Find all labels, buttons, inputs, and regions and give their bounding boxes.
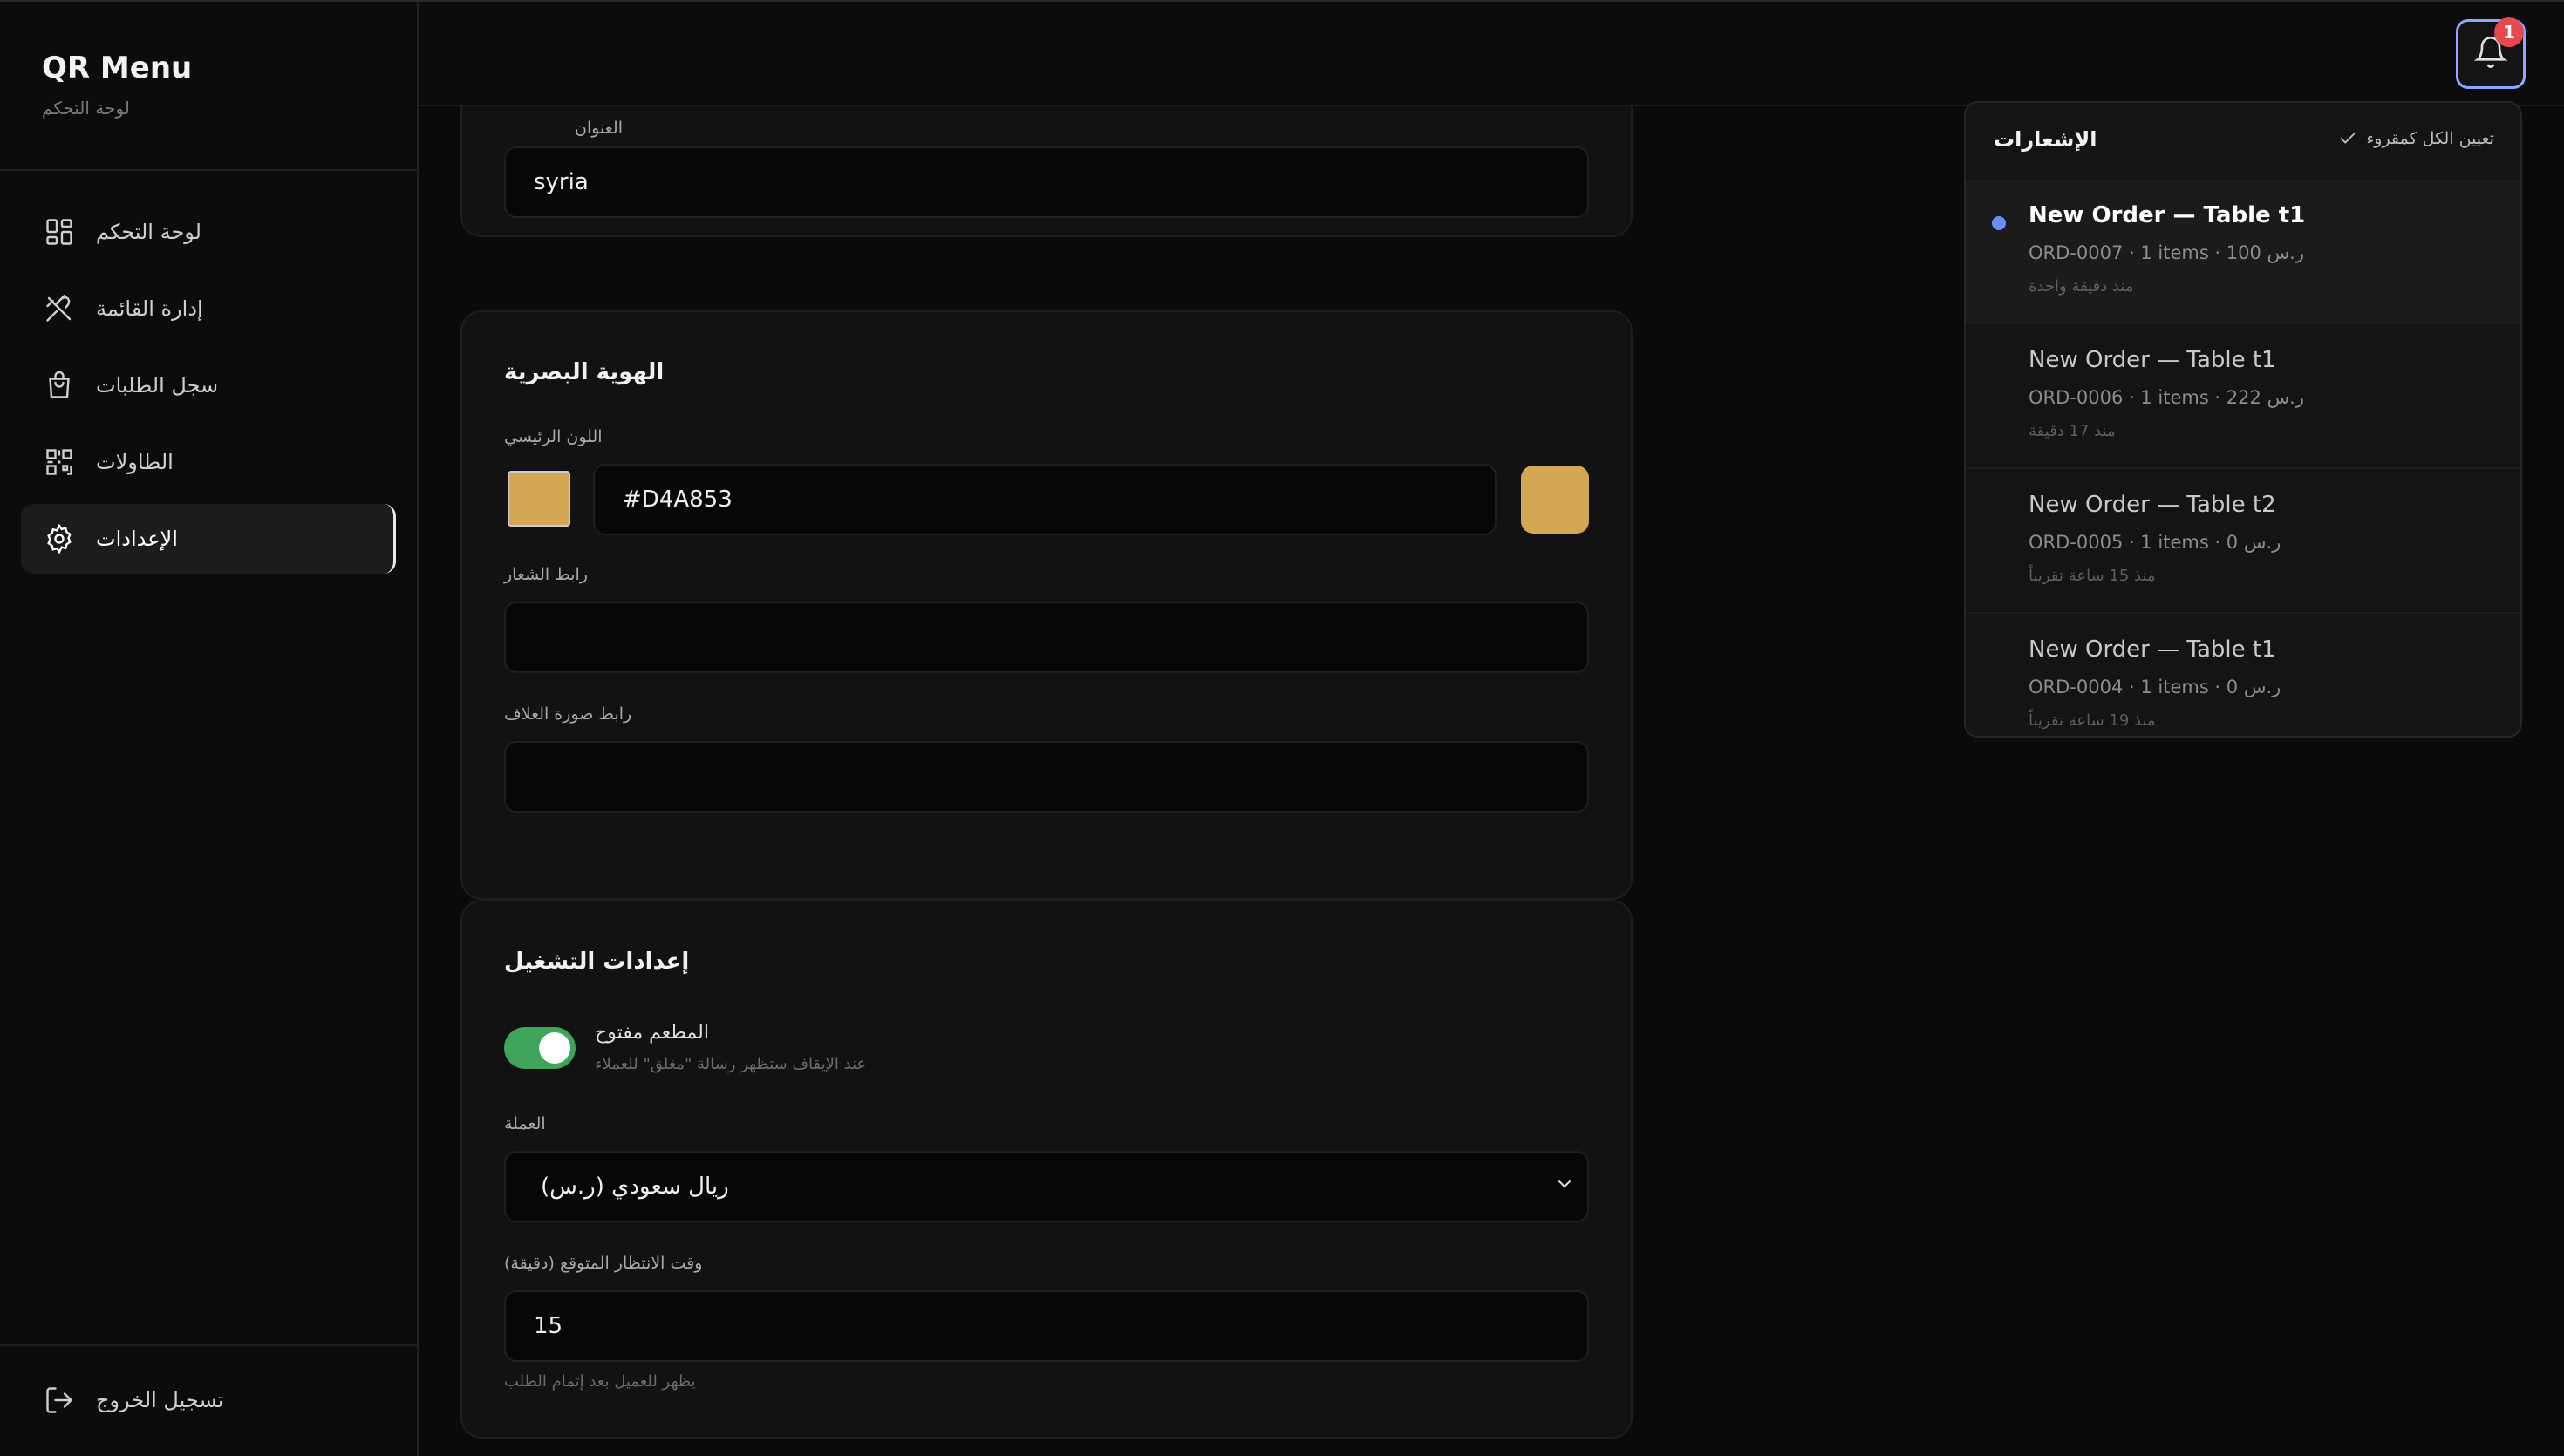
primary-color-input[interactable]: #D4A853: [593, 464, 1497, 535]
notifications-title: الإشعارات: [1994, 127, 2097, 152]
restaurant-open-toggle[interactable]: [504, 1027, 576, 1069]
utensils-crossed-icon: [42, 291, 77, 326]
check-icon: [2338, 129, 2357, 148]
notification-item[interactable]: New Order — Table t1 ORD-0006 · 1 items …: [1966, 324, 2520, 469]
wait-time-label: وقت الانتظار المتوقع (دقيقة): [504, 1254, 703, 1273]
cover-url-label: رابط صورة الغلاف: [504, 704, 632, 724]
branding-title: الهوية البصرية: [504, 359, 665, 385]
notification-meta: ORD-0007 · 1 items · 100 ر.س: [2029, 242, 2304, 263]
notification-meta: ORD-0004 · 1 items · 0 ر.س: [2029, 677, 2281, 697]
logo-url-input[interactable]: [504, 602, 1589, 673]
sidebar-item-settings[interactable]: الإعدادات: [21, 504, 396, 574]
top-header: [419, 2, 2564, 106]
operation-card: إعدادات التشغيل المطعم مفتوح عند الإيقاف…: [460, 900, 1633, 1439]
sidebar-item-menu-management[interactable]: إدارة القائمة: [21, 274, 396, 344]
currency-value: ريال سعودي (ر.س): [541, 1174, 729, 1200]
sidebar-item-label: إدارة القائمة: [96, 296, 203, 321]
currency-label: العملة: [504, 1114, 546, 1133]
sidebar-item-label: سجل الطلبات: [96, 373, 219, 398]
restaurant-open-help: عند الإيقاف ستظهر رسالة "مغلق" للعملاء: [595, 1055, 867, 1073]
cover-url-input[interactable]: [504, 741, 1589, 813]
sidebar-divider: [0, 1344, 417, 1346]
logout-button[interactable]: تسجيل الخروج: [42, 1383, 223, 1418]
logo-url-label: رابط الشعار: [504, 565, 588, 584]
notification-time: منذ 19 ساعة تقريباً: [2029, 711, 2156, 730]
wait-time-help: يظهر للعميل بعد إتمام الطلب: [504, 1372, 696, 1391]
sidebar-nav: لوحة التحكم إدارة القائمة سجل الطلبات ال…: [21, 197, 396, 581]
notification-count-badge: 1: [2494, 17, 2524, 47]
mark-all-read-label: تعيين الكل كمقروء: [2366, 129, 2494, 148]
notification-title: New Order — Table t1: [2029, 347, 2276, 373]
shopping-bag-icon: [42, 368, 77, 403]
logout-icon: [42, 1383, 77, 1418]
notification-item[interactable]: New Order — Table t2 ORD-0005 · 1 items …: [1966, 469, 2520, 614]
operation-title: إعدادات التشغيل: [504, 949, 690, 975]
chevron-down-icon: [1554, 1174, 1575, 1201]
sidebar-item-label: الإعدادات: [96, 527, 178, 551]
brand-title: QR Menu: [42, 51, 193, 85]
sidebar-item-label: الطاولات: [96, 450, 174, 474]
toggle-knob: [539, 1032, 570, 1064]
sidebar: QR Menu لوحة التحكم لوحة التحكم إدارة ال…: [0, 2, 419, 1456]
brand: QR Menu لوحة التحكم: [42, 51, 192, 119]
qr-code-icon: [42, 445, 77, 480]
gear-icon: [42, 521, 77, 556]
notification-title: New Order — Table t2: [2029, 492, 2276, 518]
unread-dot: [1992, 216, 2006, 230]
sidebar-divider: [0, 169, 417, 171]
sidebar-item-orders[interactable]: سجل الطلبات: [21, 350, 396, 420]
notification-time: منذ 15 ساعة تقريباً: [2029, 567, 2156, 585]
notifications-list: New Order — Table t1 ORD-0007 · 1 items …: [1966, 180, 2520, 736]
currency-select[interactable]: ريال سعودي (ر.س): [504, 1151, 1589, 1222]
dashboard-grid-icon: [42, 214, 77, 249]
mark-all-read-button[interactable]: تعيين الكل كمقروء: [2338, 129, 2494, 148]
notification-meta: ORD-0006 · 1 items · 222 ر.س: [2029, 387, 2304, 408]
notifications-dropdown: الإشعارات تعيين الكل كمقروء New Order — …: [1964, 101, 2522, 738]
branding-card: الهوية البصرية اللون الرئيسي #D4A853 راب…: [460, 310, 1633, 900]
address-card: العنوان syria: [460, 106, 1633, 237]
sidebar-item-tables[interactable]: الطاولات: [21, 427, 396, 497]
notification-item[interactable]: New Order — Table t1 ORD-0004 · 1 items …: [1966, 614, 2520, 736]
address-label: العنوان: [574, 119, 623, 138]
address-input[interactable]: syria: [504, 146, 1589, 218]
primary-color-label: اللون الرئيسي: [504, 427, 603, 446]
restaurant-open-label: المطعم مفتوح: [595, 1022, 709, 1044]
notification-time: منذ 17 دقيقة: [2029, 422, 2116, 440]
notification-time: منذ دقيقة واحدة: [2029, 277, 2134, 296]
logout-label: تسجيل الخروج: [96, 1388, 224, 1412]
notification-meta: ORD-0005 · 1 items · 0 ر.س: [2029, 532, 2281, 553]
brand-subtitle: لوحة التحكم: [42, 98, 130, 119]
sidebar-item-label: لوحة التحكم: [96, 220, 201, 244]
notification-item[interactable]: New Order — Table t1 ORD-0007 · 1 items …: [1966, 180, 2520, 324]
color-preview: [1521, 466, 1589, 534]
notification-title: New Order — Table t1: [2029, 636, 2276, 663]
notification-title: New Order — Table t1: [2029, 202, 2306, 228]
color-picker-swatch[interactable]: [508, 471, 570, 527]
sidebar-item-dashboard[interactable]: لوحة التحكم: [21, 197, 396, 267]
wait-time-input[interactable]: 15: [504, 1290, 1589, 1362]
